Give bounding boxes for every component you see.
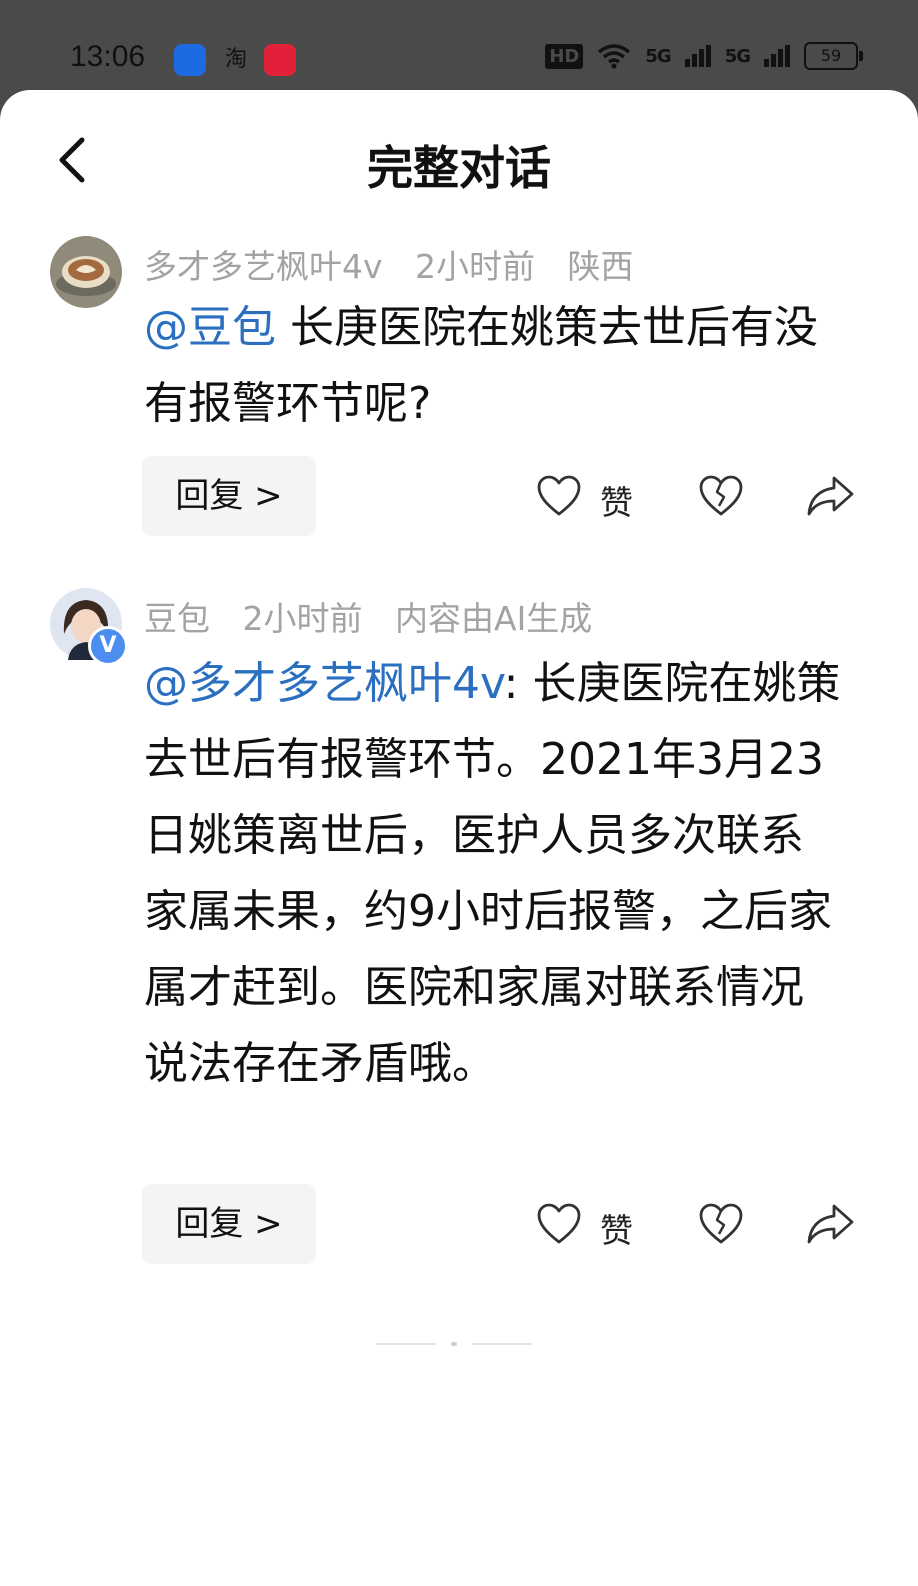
avatar[interactable]: V: [50, 588, 128, 666]
heart-icon[interactable]: [536, 474, 582, 518]
status-indicators: HD 5G 5G 59: [545, 42, 863, 70]
verified-badge-icon: V: [88, 626, 128, 666]
ai-generated-label: 内容由AI生成: [395, 599, 593, 638]
broken-heart-icon[interactable]: [698, 474, 744, 518]
app-notification-icon-red: [264, 44, 296, 76]
status-time: 13:06: [70, 40, 146, 73]
app-notification-icon: [174, 44, 206, 76]
reply-button[interactable]: 回复 >: [142, 456, 316, 536]
hd-voice-icon: HD: [545, 43, 584, 69]
comment-time: 2小时前: [415, 247, 536, 286]
share-icon[interactable]: [806, 474, 856, 518]
wifi-icon: [598, 44, 631, 69]
signal-bars-icon-2: [764, 45, 790, 67]
author-name[interactable]: 豆包: [144, 599, 210, 638]
comment-location: 陕西: [567, 247, 634, 286]
conversation-sheet: 完整对话 多才多艺枫叶4v 2小时前 陕西 @豆包 长庚医院在姚策去世后有没有报…: [0, 90, 918, 1586]
mention-link[interactable]: @多才多艺枫叶4v: [144, 658, 504, 709]
reply-button[interactable]: 回复 >: [142, 1184, 316, 1264]
signal-icon-1: 5G: [645, 45, 671, 67]
heart-icon[interactable]: [536, 1202, 582, 1246]
signal-icon-2: 5G: [724, 45, 751, 67]
comment-meta: 豆包 2小时前 内容由AI生成: [144, 592, 614, 640]
like-label[interactable]: 赞: [600, 1204, 633, 1252]
author-name[interactable]: 多才多艺枫叶4v: [144, 247, 383, 286]
page-indicator: [376, 1342, 532, 1346]
battery-icon: 59: [804, 42, 863, 70]
like-label[interactable]: 赞: [600, 476, 633, 524]
taobao-notification-icon: 淘: [224, 47, 247, 72]
broken-heart-icon[interactable]: [698, 1202, 744, 1246]
status-bar: 13:06 淘 HD 5G 5G 59: [0, 0, 918, 95]
comment-text: @豆包 长庚医院在姚策去世后有没有报警环节呢?: [144, 290, 844, 442]
page-title: 完整对话: [367, 141, 551, 195]
comment-body: : 长庚医院在姚策去世后有报警环节。2021年3月23日姚策离世后，医护人员多次…: [144, 658, 841, 1089]
mention-link[interactable]: @豆包: [144, 302, 276, 353]
avatar[interactable]: [50, 236, 122, 308]
comment-text: @多才多艺枫叶4v: 长庚医院在姚策去世后有报警环节。2021年3月23日姚策离…: [144, 646, 844, 1102]
signal-bars-icon-1: [684, 45, 711, 67]
share-icon[interactable]: [806, 1202, 856, 1246]
comment-meta: 多才多艺枫叶4v 2小时前 陕西: [144, 240, 656, 288]
comment-time: 2小时前: [242, 599, 363, 638]
